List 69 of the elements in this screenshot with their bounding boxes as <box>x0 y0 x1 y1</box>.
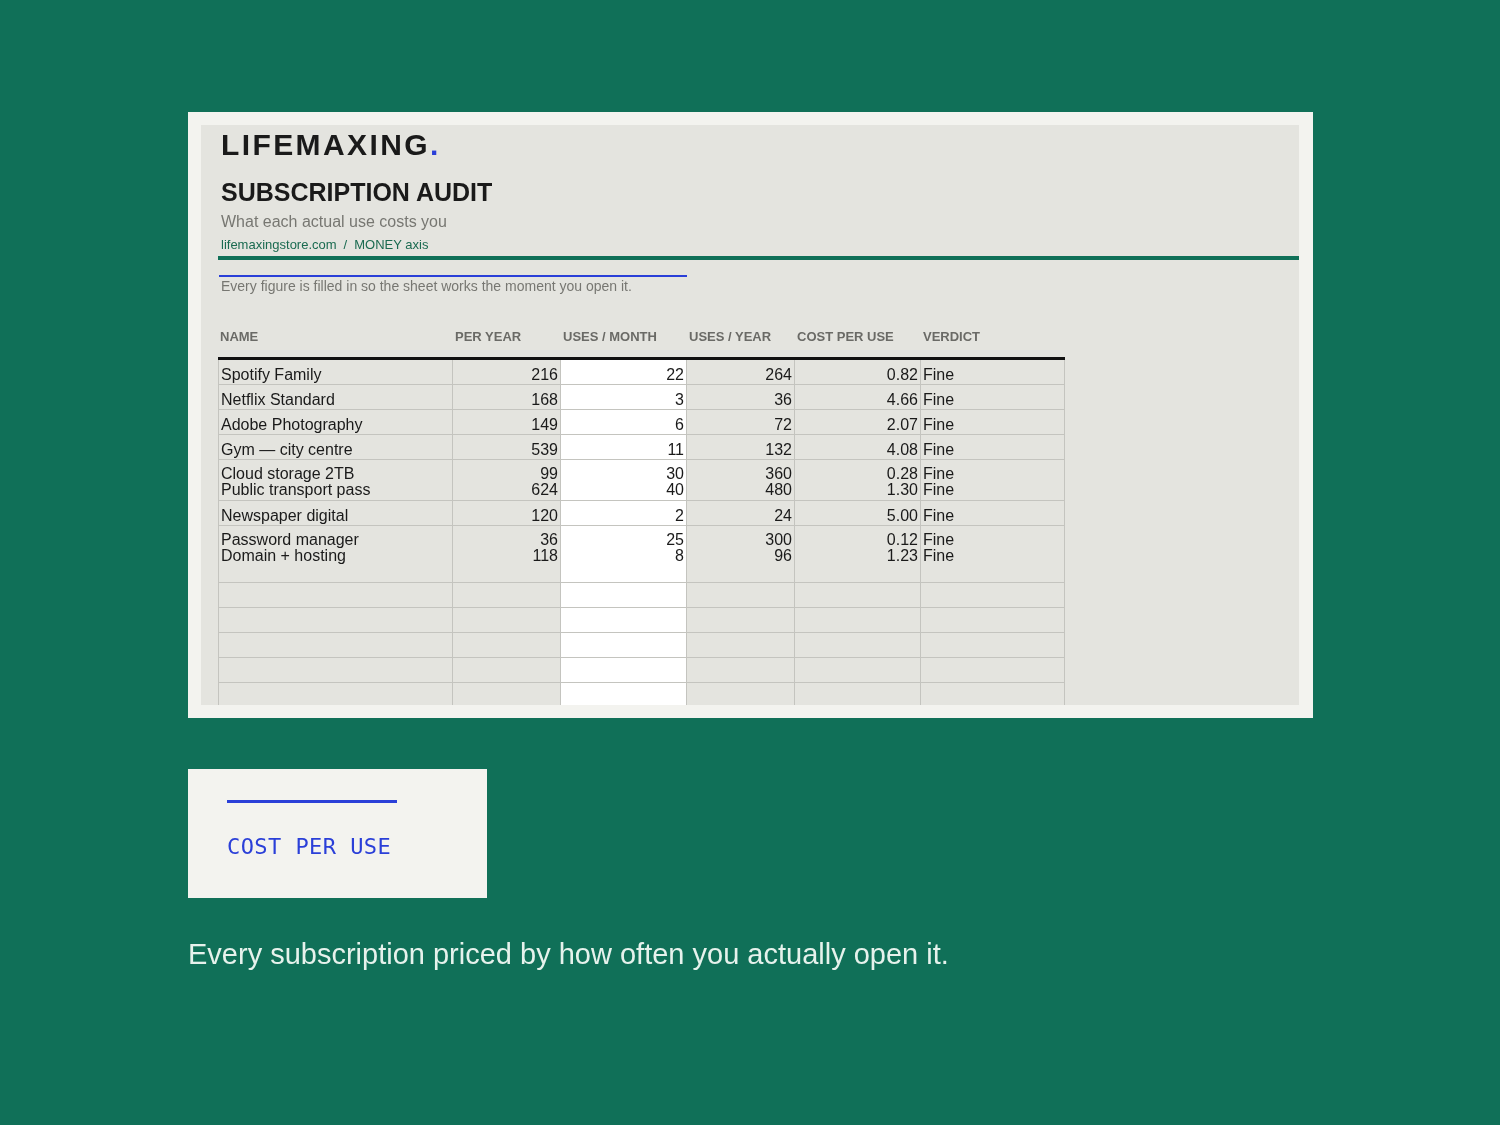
sheet-title: SUBSCRIPTION AUDIT <box>220 177 494 207</box>
table-cell: Fine <box>923 465 955 482</box>
table-cell: 360 <box>765 465 792 482</box>
table-cell: Fine <box>923 441 955 458</box>
table-cell: Fine <box>923 547 955 564</box>
table-cell: 1.30 <box>886 481 918 498</box>
table-cell: 264 <box>765 366 792 383</box>
table-cell: 22 <box>666 366 684 383</box>
table-cell: 0.82 <box>886 366 918 383</box>
table-cell: 3 <box>675 391 684 408</box>
table-cell: Public transport pass <box>221 481 371 498</box>
table-cell: 0.12 <box>886 531 918 548</box>
table-cell: 168 <box>531 391 558 408</box>
table-cell: 6 <box>675 416 684 433</box>
label-text: COST PER USE <box>227 833 393 861</box>
table-cell: 624 <box>531 481 558 498</box>
table-cell: 120 <box>531 507 558 524</box>
table-cell: 216 <box>531 366 558 383</box>
breadcrumb-link[interactable]: lifemaxingstore.com <box>221 237 337 253</box>
table-cell: 24 <box>774 507 792 524</box>
table-cell: 4.08 <box>886 441 918 458</box>
table-cell: 72 <box>774 416 792 433</box>
table-cell: Domain + hosting <box>221 547 346 564</box>
column-header: NAME <box>220 329 259 344</box>
table-cell: Fine <box>923 416 955 433</box>
column-header: PER YEAR <box>455 329 522 344</box>
sheet-note: Every figure is filled in so the sheet works the moment you open it. <box>220 277 633 295</box>
breadcrumb-separator: / <box>343 237 348 253</box>
column-header: USES / YEAR <box>689 329 772 344</box>
brand-logo: LIFEMAXING. <box>220 127 442 163</box>
table-cell: 2 <box>675 507 684 524</box>
table-cell: Gym — city centre <box>221 441 353 458</box>
table-cell: Password manager <box>221 531 359 548</box>
table-cell: 36 <box>540 531 558 548</box>
table-cell: Netflix Standard <box>221 391 335 408</box>
table-cell: 99 <box>540 465 558 482</box>
table-cell: 30 <box>666 465 684 482</box>
column-header: COST PER USE <box>797 329 894 344</box>
breadcrumb-link[interactable]: MONEY axis <box>354 237 429 253</box>
table-cell: Newspaper digital <box>221 507 349 524</box>
table-cell: 2.07 <box>886 416 918 433</box>
table-cell: 8 <box>675 547 684 564</box>
table-cell: Cloud storage 2TB <box>221 465 355 482</box>
column-header: USES / MONTH <box>563 329 657 344</box>
table-cell: 25 <box>666 531 684 548</box>
table-cell: Fine <box>923 391 955 408</box>
table-cell: 5.00 <box>886 507 918 524</box>
table-cell: 1.23 <box>886 547 918 564</box>
table-cell: Spotify Family <box>221 366 322 383</box>
caption: Every subscription priced by how often you actually open it. <box>188 937 950 972</box>
sheet-subtitle: What each actual use costs you <box>220 212 448 232</box>
table-cell: 4.66 <box>886 391 918 408</box>
table-cell: 11 <box>667 441 684 458</box>
table-cell: Fine <box>923 366 955 383</box>
table-cell: 96 <box>774 547 792 564</box>
table-cell: 0.28 <box>886 465 918 482</box>
table-cell: Adobe Photography <box>221 416 363 433</box>
table-cell: 118 <box>532 547 558 564</box>
table-cell: Fine <box>923 481 955 498</box>
table-cell: 480 <box>765 481 792 498</box>
table-cell: Fine <box>923 531 955 548</box>
table-cell: 132 <box>765 441 792 458</box>
table-cell: 40 <box>666 481 684 498</box>
table-cell: 149 <box>531 416 558 433</box>
table-cell: 300 <box>765 531 792 548</box>
table-cell: 539 <box>531 441 558 458</box>
column-header: VERDICT <box>923 329 981 344</box>
table-cell: 36 <box>774 391 792 408</box>
table-cell: Fine <box>923 507 955 524</box>
